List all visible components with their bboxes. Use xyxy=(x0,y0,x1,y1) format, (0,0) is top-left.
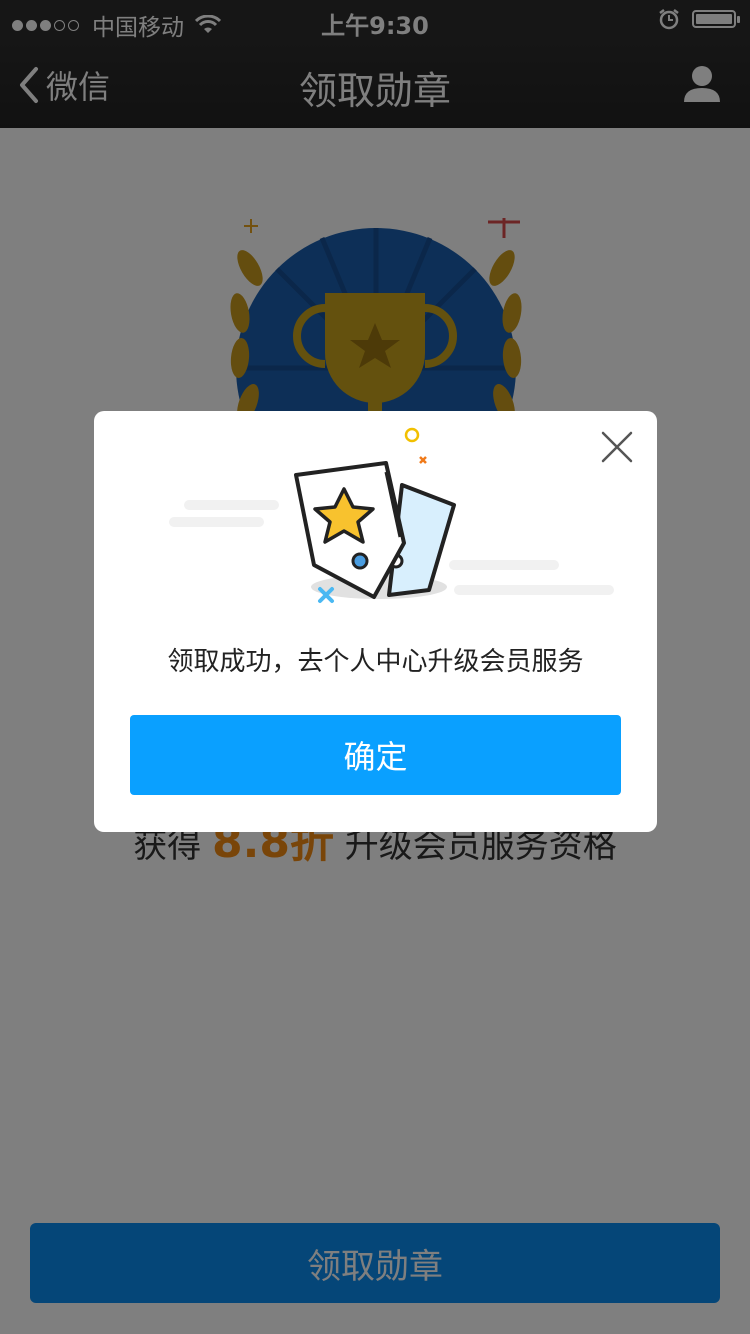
confirm-button[interactable]: 确定 xyxy=(130,715,621,795)
dialog-message: 领取成功，去个人中心升级会员服务 xyxy=(167,647,584,677)
success-dialog: 领取成功，去个人中心升级会员服务 确定 xyxy=(94,411,657,832)
badge-illustration xyxy=(169,427,614,603)
